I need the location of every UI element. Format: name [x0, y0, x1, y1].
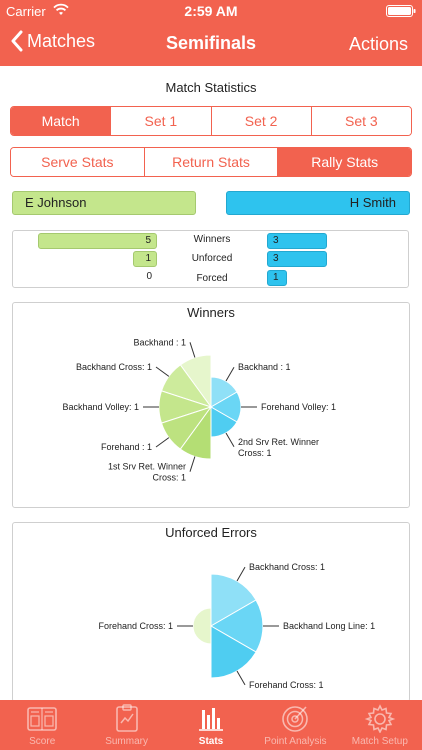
bar-chart-icon	[199, 708, 224, 731]
player-right-name: H Smith	[226, 191, 410, 215]
right-slice-label: Forehand Volley: 1	[261, 402, 336, 412]
tab-point-analysis-label: Point Analysis	[264, 736, 327, 747]
right-leader-line	[225, 366, 235, 382]
tab-serve-stats[interactable]: Serve Stats	[11, 148, 144, 176]
tab-summary[interactable]: Summary	[84, 700, 168, 750]
tab-set-3[interactable]: Set 3	[310, 107, 411, 135]
tab-match-setup[interactable]: Match Setup	[338, 700, 422, 750]
unforced-chart-card: Unforced Errors Forehand Cross: 1 Backhan…	[12, 522, 410, 702]
back-label: Matches	[27, 30, 96, 51]
forced-left-bar: 0	[141, 270, 157, 286]
clipboard-icon	[115, 704, 138, 732]
battery-icon	[386, 5, 416, 17]
left-slice-label: Forehand Cross: 1	[98, 621, 173, 631]
right-leader-line	[225, 432, 235, 448]
left-slice-label: 1st Srv Ret. Winner Cross: 1	[108, 462, 186, 483]
right-slice-label: Forehand Cross: 1	[249, 680, 324, 690]
tab-summary-label: Summary	[105, 736, 148, 747]
right-slice-label: Backhand Cross: 1	[249, 562, 325, 572]
left-leader-line	[189, 342, 196, 358]
stats-segmented-control: Serve Stats Return Stats Rally Stats	[10, 147, 412, 177]
winners-left-bar: 5	[38, 233, 157, 249]
tab-match[interactable]: Match	[11, 107, 111, 135]
gear-icon	[364, 704, 396, 733]
target-icon	[282, 706, 309, 732]
chevron-left-icon	[11, 30, 23, 52]
winners-right-bar: 3	[267, 233, 327, 249]
unforced-left-bar: 1	[133, 251, 157, 267]
scoreboard-icon	[27, 707, 58, 731]
right-leader-line	[236, 566, 246, 582]
left-slice-label: Forehand : 1	[101, 442, 152, 452]
unforced-label: Unforced	[191, 253, 233, 264]
forced-right-bar: 1	[267, 270, 287, 286]
right-bars: 3 3 1	[267, 231, 409, 287]
unforced-errors-chart: Forehand Cross: 1 Backhand Cross: 1 Backha…	[98, 562, 375, 690]
back-button[interactable]: Matches	[10, 30, 95, 52]
left-leader-line	[155, 437, 170, 448]
left-slice-label: Backhand : 1	[133, 337, 186, 347]
right-slice-label: 2nd Srv Ret. Winner Cross: 1	[238, 437, 319, 458]
player-left-name: E Johnson	[12, 191, 196, 215]
rally-summary: 5 1 0 Winners Unforced Forced 3 3 1	[12, 230, 409, 288]
tab-stats-label: Stats	[198, 736, 224, 747]
unforced-right-bar: 3	[267, 251, 327, 267]
left-bars: 5 1 0	[13, 231, 157, 287]
tab-set-2[interactable]: Set 2	[210, 107, 311, 135]
tab-score[interactable]: Score	[0, 700, 84, 750]
right-leader-line	[236, 670, 246, 686]
tab-match-setup-label: Match Setup	[351, 736, 408, 747]
section-title: Match Statistics	[165, 80, 257, 95]
winners-label: Winners	[193, 234, 231, 245]
tab-bar: Score Summary Stats Point Analysis Match…	[0, 700, 422, 750]
winners-chart: Backhand : 1 Backhand Cross: 1 Backhand Vo…	[62, 337, 336, 483]
tab-set-1[interactable]: Set 1	[110, 107, 211, 135]
left-slice-label: Backhand Volley: 1	[62, 402, 139, 412]
left-slice	[192, 607, 212, 645]
right-slice-label: Backhand : 1	[238, 362, 291, 372]
tab-stats[interactable]: Stats	[169, 700, 253, 750]
clock: 2:59 AM	[184, 3, 238, 19]
winners-chart-card: Winners Backhand : 1 Backhand Cross: 1 Bac…	[12, 302, 410, 508]
tab-point-analysis[interactable]: Point Analysis	[253, 700, 337, 750]
tab-rally-stats[interactable]: Rally Stats	[277, 148, 411, 176]
left-leader-line	[155, 366, 170, 377]
period-segmented-control: Match Set 1 Set 2 Set 3	[10, 106, 412, 136]
actions-button[interactable]: Actions	[349, 34, 408, 55]
left-slice-label: Backhand Cross: 1	[76, 362, 152, 372]
tab-return-stats[interactable]: Return Stats	[143, 148, 278, 176]
forced-label: Forced	[196, 273, 228, 284]
navigation-bar: Matches Semifinals Actions	[0, 22, 422, 66]
left-leader-line	[189, 456, 196, 472]
right-slice-label: Backhand Long Line: 1	[283, 621, 375, 631]
tab-score-label: Score	[29, 736, 56, 747]
status-bar: Carrier 2:59 AM	[0, 0, 422, 22]
